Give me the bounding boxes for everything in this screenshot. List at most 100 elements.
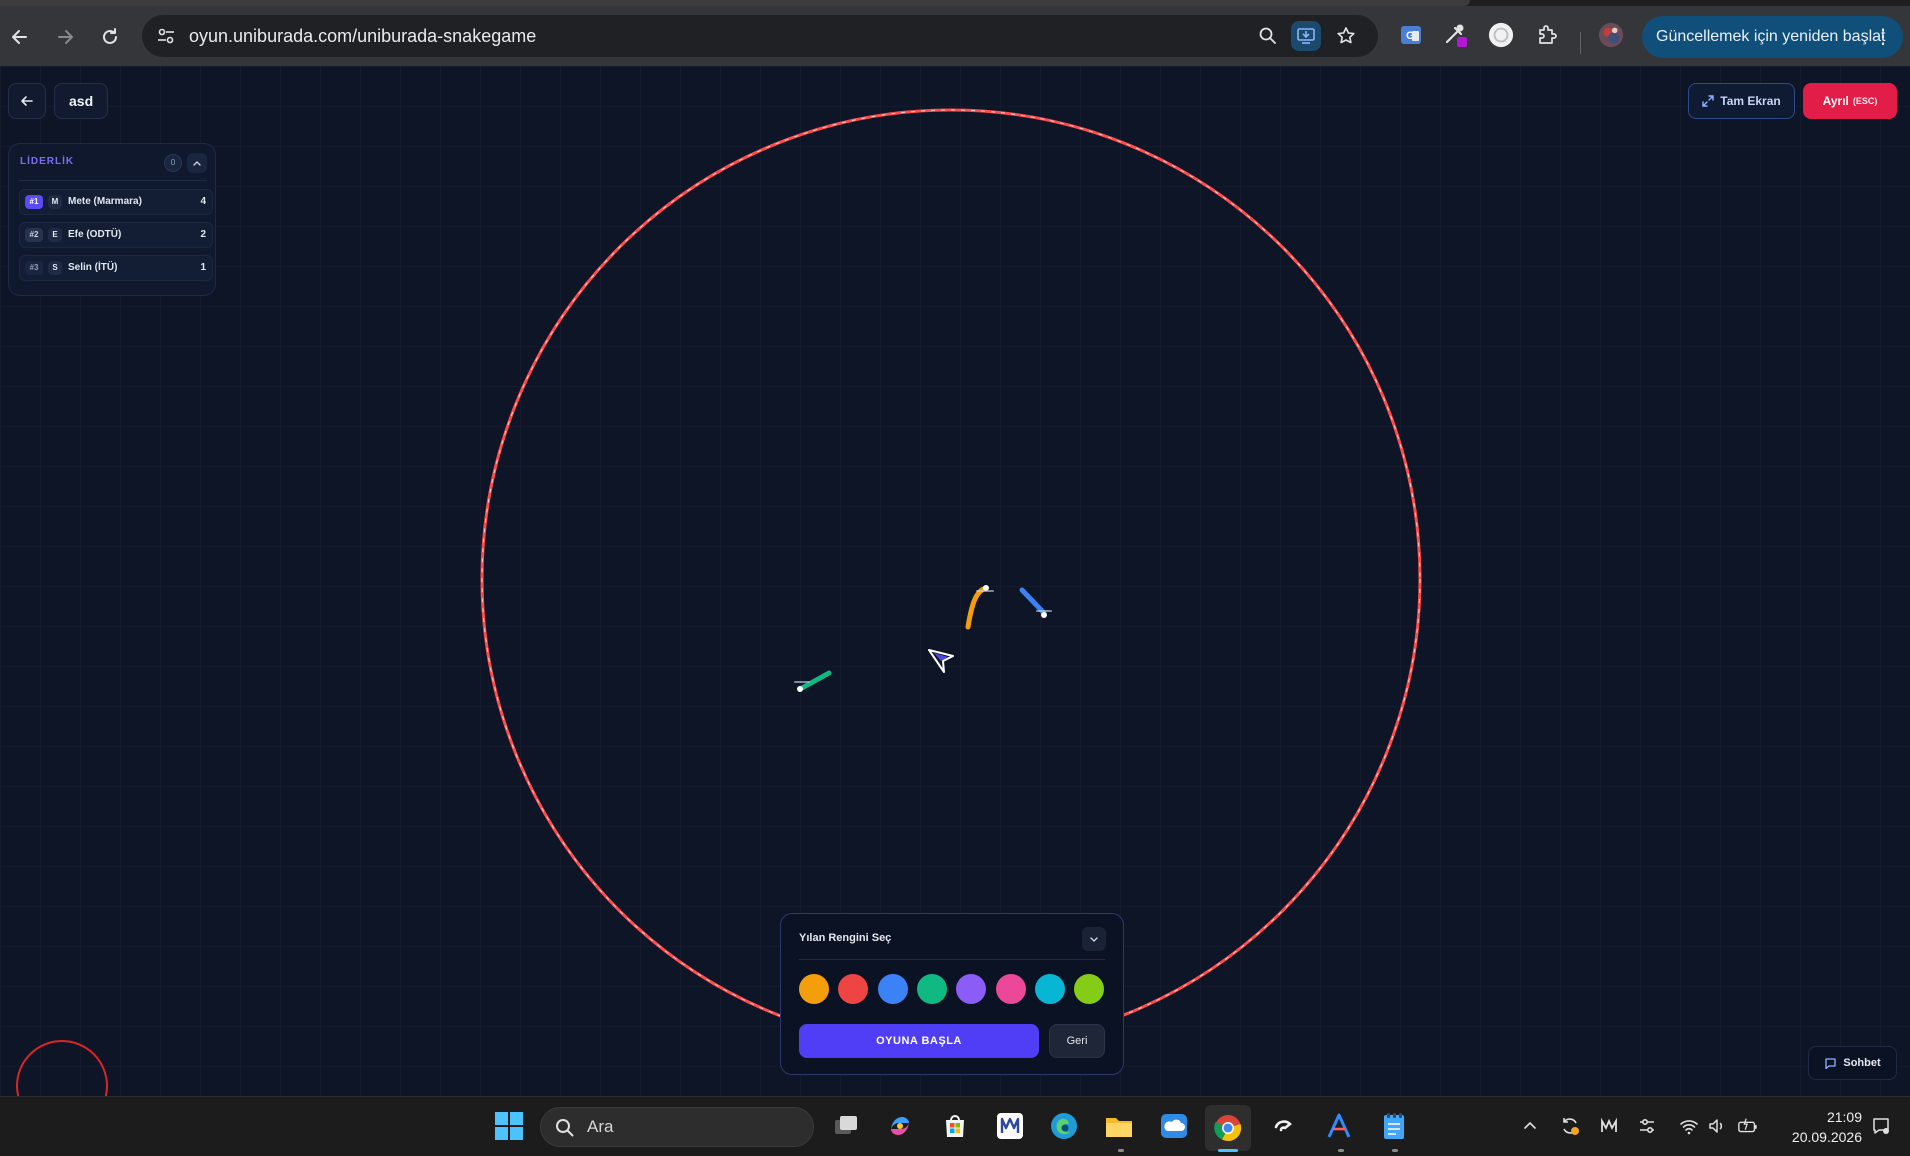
chrome-active-indicator — [1218, 1149, 1238, 1152]
leaderboard-row: #3 S Selin (İTÜ) 1 — [19, 255, 213, 281]
game-canvas[interactable]: asd Tam Ekran Ayrıl (ESC) LİDERLİK 0 #1 … — [0, 66, 1910, 1096]
player-score: 1 — [200, 262, 206, 273]
task-view-icon[interactable] — [829, 1109, 863, 1143]
tray-settings-sliders-icon[interactable] — [1636, 1115, 1658, 1137]
arena-boundary — [480, 108, 1422, 1050]
notification-icon[interactable] — [1870, 1115, 1892, 1137]
start-game-button[interactable]: OYUNA BAŞLA — [799, 1024, 1039, 1058]
address-bar[interactable]: oyun.uniburada.com/uniburada-snakegame — [142, 15, 1378, 57]
expand-icon — [1702, 95, 1714, 107]
forward-nav-icon[interactable] — [48, 20, 82, 54]
install-app-icon[interactable] — [1291, 21, 1321, 51]
chat-button[interactable]: Sohbet — [1808, 1046, 1897, 1080]
file-explorer-icon[interactable] — [1102, 1109, 1136, 1143]
color-swatch[interactable] — [916, 974, 947, 1004]
profile-avatar-icon[interactable] — [1598, 22, 1624, 48]
back-text-button[interactable]: Geri — [1049, 1024, 1105, 1058]
color-swatch[interactable] — [799, 974, 829, 1004]
search-placeholder: Ara — [587, 1117, 614, 1136]
relaunch-update-button[interactable]: Güncellemek için yeniden başlat ⋮ — [1642, 16, 1903, 58]
battery-icon[interactable] — [1737, 1115, 1759, 1137]
wifi-icon[interactable] — [1678, 1115, 1700, 1137]
leaderboard-panel: LİDERLİK 0 #1 M Mete (Marmara) 4 #2 E Ef… — [8, 143, 216, 296]
chat-label: Sohbet — [1843, 1057, 1881, 1069]
zoom-icon[interactable] — [1257, 25, 1279, 47]
leave-esc-hint: (ESC) — [1852, 96, 1878, 106]
notepad-icon[interactable] — [1377, 1109, 1411, 1143]
rank-badge: #2 — [25, 228, 43, 242]
blue-snake-name-tag — [1036, 610, 1052, 612]
color-swatch[interactable] — [995, 974, 1026, 1004]
blue-snake-head — [1041, 612, 1047, 618]
microsoft-store-icon[interactable] — [938, 1109, 972, 1143]
leaderboard-row: #2 E Efe (ODTÜ) 2 — [19, 222, 213, 248]
taskbar-clock[interactable]: 21:09 20.09.2026 — [1778, 1107, 1862, 1147]
app-a-icon[interactable] — [1322, 1109, 1356, 1143]
color-swatch[interactable] — [838, 974, 869, 1004]
green-snake — [799, 670, 832, 691]
player-initial: M — [48, 195, 62, 209]
eyedropper-extension-icon[interactable] — [1443, 22, 1469, 48]
joystick-ring[interactable] — [16, 1040, 108, 1096]
color-panel-divider — [799, 959, 1105, 960]
green-snake-head — [797, 686, 803, 692]
tray-overflow-chevron-icon[interactable] — [1519, 1115, 1541, 1137]
blue-snake — [1019, 587, 1047, 616]
app-m-icon[interactable] — [993, 1109, 1027, 1143]
color-panel-collapse-button[interactable] — [1082, 927, 1106, 951]
extension-white-circle-icon[interactable] — [1488, 22, 1514, 48]
reload-icon[interactable] — [93, 20, 127, 54]
copilot-icon[interactable] — [883, 1109, 917, 1143]
translate-extension-icon[interactable]: G — [1398, 22, 1424, 48]
rank-badge: #3 — [25, 261, 43, 275]
snake-color-panel: Yılan Rengini Seç OYUNA BAŞLA Geri — [780, 913, 1124, 1075]
extensions-puzzle-icon[interactable] — [1534, 22, 1560, 48]
browser-toolbar: oyun.uniburada.com/uniburada-snakegame G… — [0, 6, 1910, 66]
arena-boundary-dash — [481, 109, 1421, 1049]
volume-icon[interactable] — [1706, 1115, 1728, 1137]
edge-browser-icon[interactable] — [1047, 1109, 1081, 1143]
arrow-left-icon — [21, 96, 33, 106]
chrome-taskbar-icon[interactable] — [1205, 1105, 1251, 1151]
toolbar-separator — [1580, 32, 1581, 54]
clock-time: 21:09 — [1826, 1109, 1862, 1125]
fullscreen-label: Tam Ekran — [1720, 94, 1781, 108]
color-swatch[interactable] — [1034, 974, 1065, 1004]
onedrive-icon[interactable] — [1157, 1109, 1191, 1143]
app-dark-icon[interactable] — [1267, 1109, 1301, 1143]
player-name: Efe (ODTÜ) — [68, 229, 122, 240]
leaderboard-divider — [19, 180, 207, 181]
player-initial: S — [48, 261, 62, 275]
sync-status-icon[interactable] — [1559, 1115, 1581, 1137]
url-text[interactable]: oyun.uniburada.com/uniburada-snakegame — [189, 15, 536, 57]
color-swatch[interactable] — [1074, 974, 1105, 1004]
color-swatch[interactable] — [877, 974, 908, 1004]
back-button[interactable] — [8, 83, 46, 119]
fullscreen-button[interactable]: Tam Ekran — [1688, 83, 1795, 119]
relaunch-update-label: Güncellemek için yeniden başlat — [1656, 28, 1886, 45]
start-windows-icon[interactable] — [492, 1109, 526, 1143]
taskbar-search[interactable]: Ara — [540, 1107, 814, 1147]
browser-menu-icon[interactable]: ⋮ — [1873, 16, 1893, 58]
rank-badge: #1 — [25, 195, 43, 209]
player-score: 2 — [200, 229, 206, 240]
leave-button[interactable]: Ayrıl (ESC) — [1803, 83, 1897, 119]
bookmark-star-icon[interactable] — [1335, 25, 1357, 47]
color-swatch[interactable] — [956, 974, 987, 1004]
player-initial: E — [48, 228, 62, 242]
orange-snake — [965, 585, 989, 630]
player-name: Selin (İTÜ) — [68, 262, 118, 273]
search-icon — [556, 1119, 574, 1137]
chevron-up-icon — [193, 161, 201, 166]
tray-m-app-icon[interactable] — [1598, 1115, 1620, 1137]
leaderboard-row: #1 M Mete (Marmara) 4 — [19, 189, 213, 215]
leave-label: Ayrıl — [1822, 94, 1849, 108]
site-info-icon[interactable] — [156, 26, 176, 51]
app-a-running-indicator — [1338, 1149, 1344, 1152]
leaderboard-collapse-button[interactable] — [187, 153, 207, 173]
green-snake-name-tag — [794, 681, 810, 683]
leaderboard-count-badge: 0 — [164, 154, 182, 172]
notepad-running-indicator — [1392, 1149, 1398, 1152]
back-nav-icon[interactable] — [3, 20, 37, 54]
room-name: asd — [54, 83, 109, 119]
